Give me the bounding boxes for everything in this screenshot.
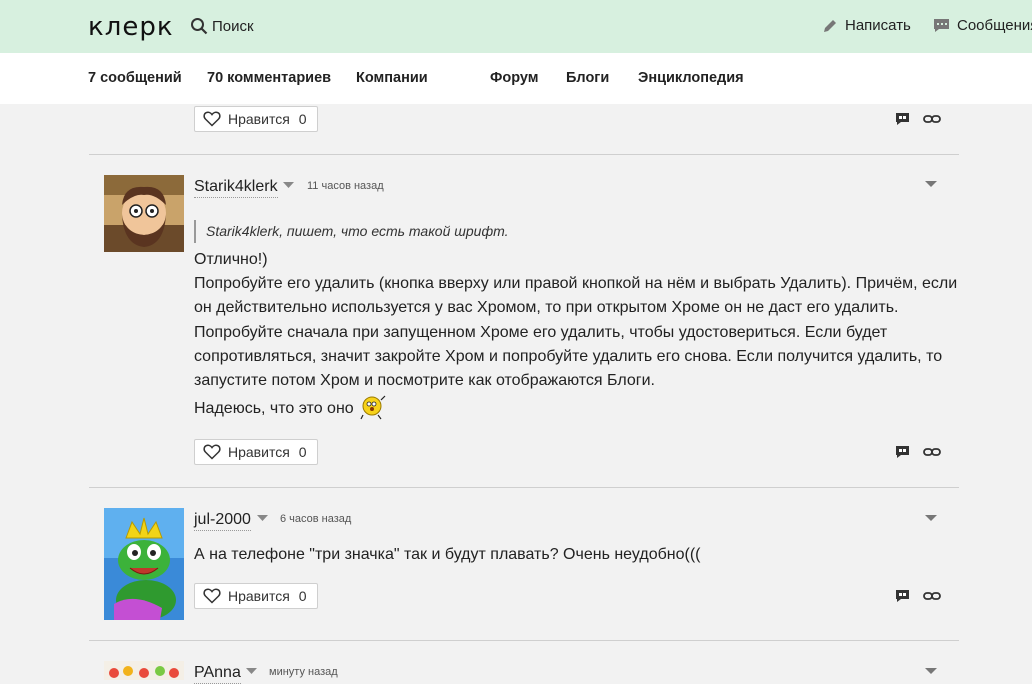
comment-divider [89,487,959,488]
like-count: 0 [298,444,307,460]
like-button[interactable]: Нравится 0 [194,439,318,465]
search-button[interactable]: Поиск [190,17,254,35]
smiley-icon [360,395,386,420]
nav-blogs[interactable]: Блоги [566,70,609,86]
messages-label: Сообщения [957,17,1032,34]
comment-divider [89,154,959,155]
chevron-down-icon[interactable] [246,668,257,674]
comment-divider [89,640,959,641]
comment-author[interactable]: jul-2000 [194,510,251,531]
chevron-down-icon[interactable] [925,181,937,187]
comment-author[interactable]: PAnna [194,663,241,684]
comment-line: Отлично!) [194,251,268,268]
like-button[interactable]: Нравится 0 [194,106,318,132]
nav-messages-count[interactable]: 7 сообщений [88,70,182,86]
like-count: 0 [298,588,307,604]
comment-body: Отлично!) Попробуйте его удалить (кнопка… [194,248,959,421]
comment-time: 6 часов назад [280,513,352,525]
heart-icon [203,111,221,127]
nav-forum[interactable]: Форум [490,70,539,86]
messages-button[interactable]: Сообщения [933,17,1032,34]
chevron-down-icon[interactable] [283,182,294,188]
nav-companies[interactable]: Компании [356,70,428,86]
reply-icon[interactable] [895,589,910,603]
nav-encyclopedia[interactable]: Энциклопедия [638,70,744,86]
like-button[interactable]: Нравится 0 [194,583,318,609]
top-header: клерк Поиск Написать Сообщения [0,0,1032,53]
heart-icon [203,588,221,604]
link-icon[interactable] [923,445,941,459]
search-label: Поиск [212,17,254,35]
comment-quote: Starik4klerk, пишет, что есть такой шриф… [194,220,509,243]
chevron-down-icon[interactable] [925,515,937,521]
link-icon[interactable] [923,589,941,603]
search-icon [191,18,208,35]
comment-line: А на телефоне "три значка" так и будут п… [194,546,701,563]
avatar[interactable] [104,508,184,620]
link-icon[interactable] [923,112,941,126]
comment-time: минуту назад [269,666,338,678]
chevron-down-icon[interactable] [257,515,268,521]
like-count: 0 [298,111,307,127]
comment-line: Попробуйте его удалить (кнопка вверху ил… [194,275,958,390]
avatar[interactable] [104,175,184,252]
chevron-down-icon[interactable] [925,668,937,674]
heart-icon [203,444,221,460]
reply-icon[interactable] [895,445,910,459]
reply-icon[interactable] [895,112,910,126]
write-button[interactable]: Написать [822,17,911,34]
comment-time: 11 часов назад [307,180,384,192]
comment-body: А на телефоне "три значка" так и будут п… [194,543,959,567]
pencil-icon [824,19,836,32]
chat-icon [934,19,949,32]
comment-line-text: Надеюсь, что это оно [194,400,354,418]
like-label: Нравится [228,111,290,127]
write-label: Написать [845,17,911,34]
comment-author[interactable]: Starik4klerk [194,177,278,198]
nav-comments-count[interactable]: 70 комментариев [207,70,331,86]
secondary-nav: 7 сообщений 70 комментариев Компании Фор… [0,53,1032,104]
avatar[interactable] [104,661,184,680]
site-logo[interactable]: клерк [88,13,174,41]
comment-line: Надеюсь, что это оно [194,393,959,421]
like-label: Нравится [228,588,290,604]
like-label: Нравится [228,444,290,460]
